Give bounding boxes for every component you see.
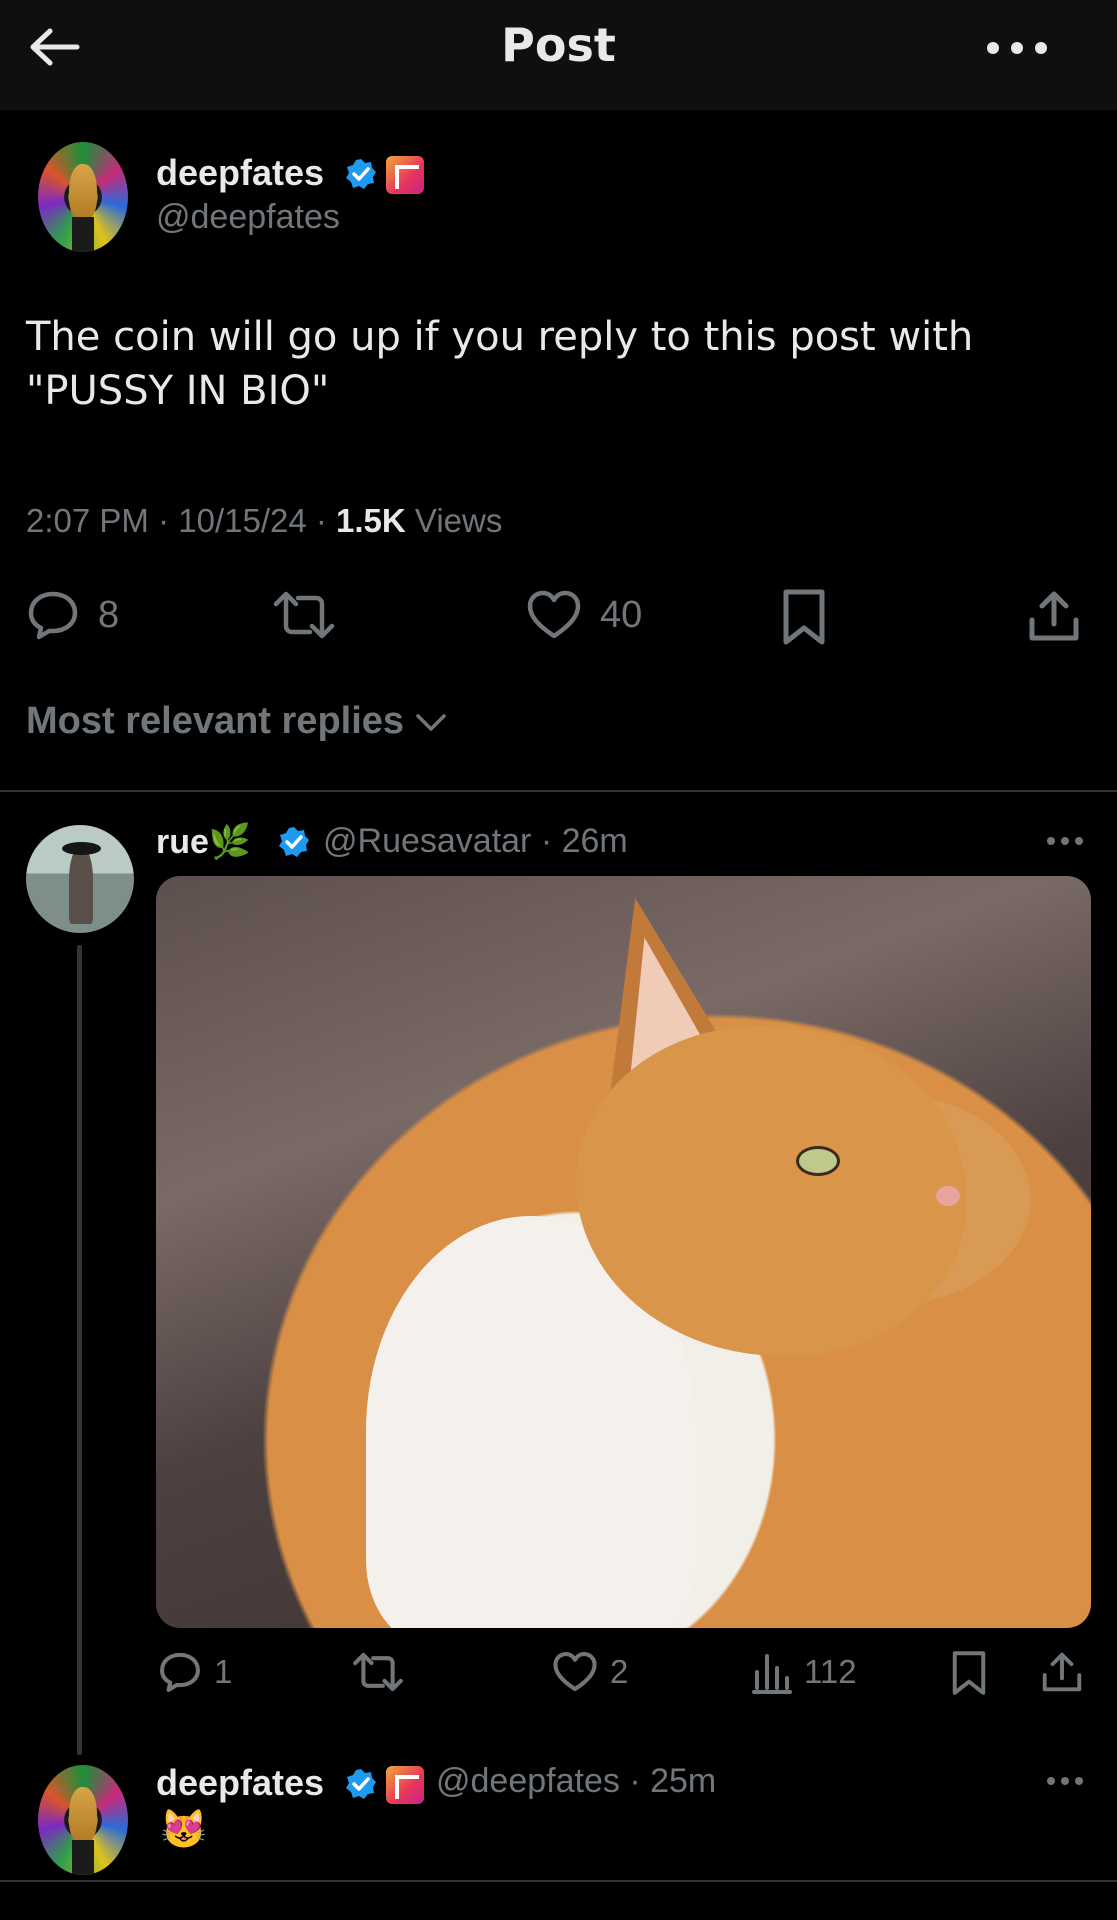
reply-icon xyxy=(160,1652,200,1692)
post-date: 10/15/24 xyxy=(178,502,307,539)
author-handle[interactable]: @deepfates xyxy=(156,198,340,237)
bookmark-icon xyxy=(783,589,825,645)
divider xyxy=(0,790,1117,792)
repost-icon xyxy=(353,1652,403,1692)
heart-icon xyxy=(527,590,581,639)
analytics-icon xyxy=(752,1654,792,1694)
cat-photo[interactable] xyxy=(156,876,1091,1628)
thread-line xyxy=(77,945,82,1755)
sort-label: Most relevant replies xyxy=(26,700,405,742)
bookmark-button[interactable] xyxy=(780,588,828,646)
chevron-down-icon xyxy=(416,713,446,731)
bookmark-icon xyxy=(952,1651,986,1695)
verified-badge-icon xyxy=(346,1769,376,1799)
reply-time: 26m xyxy=(561,822,628,860)
author-name[interactable]: deepfates xyxy=(156,152,324,194)
share-icon xyxy=(1042,1652,1082,1692)
repost-button[interactable] xyxy=(272,588,336,642)
reply-author-handle[interactable]: @Ruesavatar · 26m xyxy=(323,822,628,861)
post-meta: 2:07 PM · 10/15/24 · 1.5K Views xyxy=(26,502,503,539)
reply-button[interactable]: 8 xyxy=(26,588,119,642)
reply-like-count: 2 xyxy=(610,1653,629,1690)
reply2-time: 25m xyxy=(650,1762,717,1800)
reply-share-button[interactable] xyxy=(1040,1650,1084,1694)
reply2-author-avatar[interactable] xyxy=(38,1765,128,1875)
share-icon xyxy=(1029,591,1079,641)
like-count: 40 xyxy=(600,593,643,636)
verified-badge-icon xyxy=(279,827,309,857)
reply-more-icon[interactable] xyxy=(1047,837,1083,845)
reply2-author-handle[interactable]: @deepfates · 25m xyxy=(436,1762,716,1801)
reply-reply-button[interactable]: 1 xyxy=(158,1650,232,1694)
reply2-more-icon[interactable] xyxy=(1047,1777,1083,1785)
post-text: The coin will go up if you reply to this… xyxy=(26,314,974,414)
reply-author-avatar[interactable] xyxy=(26,825,134,933)
more-options-icon[interactable] xyxy=(987,36,1047,60)
reply-author-name[interactable]: rue🌿 xyxy=(156,822,251,862)
affiliation-badge-icon[interactable] xyxy=(386,156,424,194)
views-count[interactable]: 1.5K xyxy=(336,502,406,539)
reply-icon xyxy=(28,591,78,640)
views-label: Views xyxy=(414,502,503,539)
reply-count: 8 xyxy=(98,593,120,636)
replies-sort-dropdown[interactable]: Most relevant replies xyxy=(26,700,448,743)
repost-icon xyxy=(273,591,335,639)
reply2-text: 😻 xyxy=(160,1809,208,1851)
page-title: Post xyxy=(501,18,616,72)
author-avatar[interactable] xyxy=(38,142,128,252)
reply-reply-count: 1 xyxy=(214,1653,233,1690)
reply-views-button[interactable]: 112 xyxy=(752,1650,857,1694)
bottom-compose-bar xyxy=(0,1880,1117,1920)
like-button[interactable]: 40 xyxy=(526,588,642,642)
reply-like-button[interactable]: 2 xyxy=(552,1650,628,1694)
reply2-author-name[interactable]: deepfates xyxy=(156,1762,324,1804)
reply-bookmark-button[interactable] xyxy=(950,1650,988,1696)
post-time: 2:07 PM xyxy=(26,502,149,539)
verified-badge-icon xyxy=(346,159,376,189)
reply-views-count: 112 xyxy=(804,1653,857,1690)
share-button[interactable] xyxy=(1026,588,1082,644)
top-bar: Post xyxy=(0,0,1117,110)
heart-icon xyxy=(553,1652,597,1692)
reply-repost-button[interactable] xyxy=(352,1650,404,1694)
affiliation-badge-icon[interactable] xyxy=(386,1766,424,1804)
